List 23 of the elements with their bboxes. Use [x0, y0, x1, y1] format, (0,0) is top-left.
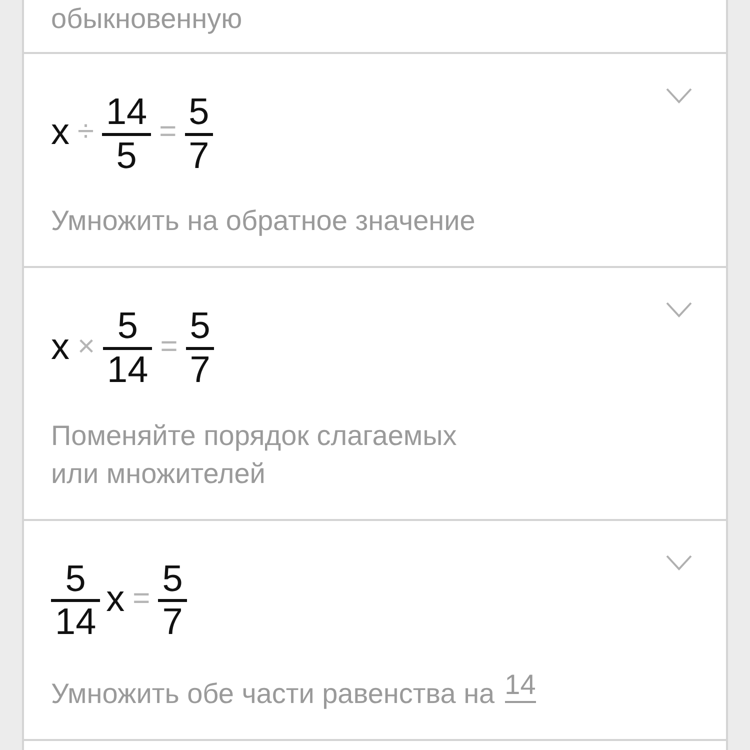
- fraction: 5 14: [103, 306, 152, 391]
- fraction: 14: [504, 669, 536, 714]
- operator: ×: [76, 330, 96, 365]
- chevron-icon[interactable]: [666, 554, 692, 571]
- step-hint: Поменяйте порядок слагаемых: [51, 418, 458, 453]
- operator: ÷: [76, 115, 95, 150]
- variable: x: [106, 578, 125, 621]
- operator: =: [132, 582, 152, 617]
- fraction: 5 7: [184, 92, 214, 176]
- step-hint: обыкновенную: [51, 2, 244, 36]
- chevron-icon[interactable]: [666, 88, 692, 104]
- fraction: 5 14: [51, 558, 100, 644]
- fraction: 14 5: [102, 92, 152, 176]
- operator: =: [159, 330, 179, 365]
- step-hint: или множителей: [51, 456, 266, 491]
- operator: =: [158, 115, 178, 150]
- chevron-icon[interactable]: [666, 302, 692, 318]
- variable: x: [51, 111, 70, 154]
- fraction: 5 7: [158, 558, 187, 644]
- fraction: 5 7: [186, 306, 214, 391]
- step-hint: Умножить на обратное значение: [51, 204, 476, 238]
- step-hint: Умножить обе части равенства на: [51, 677, 495, 712]
- variable: x: [51, 326, 70, 369]
